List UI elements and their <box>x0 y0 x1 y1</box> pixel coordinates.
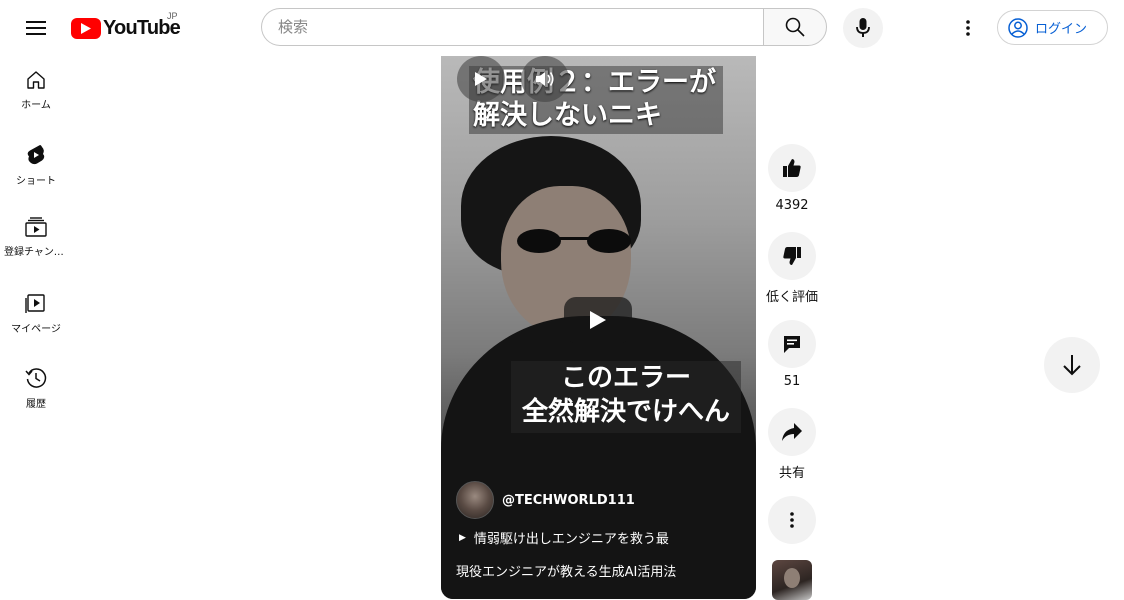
subscriptions-icon <box>25 217 47 237</box>
caption-mid-line-1: このエラー <box>560 363 691 393</box>
sidebar-item-label: マイページ <box>11 324 61 335</box>
more-vertical-icon <box>966 20 970 36</box>
history-icon <box>25 368 47 388</box>
sidebar-item-label: 履歴 <box>26 399 46 410</box>
caption-top: 使用例２：エラーが 解決しないニキ <box>469 66 723 134</box>
thumbs-down-icon <box>783 247 801 265</box>
volume-icon <box>536 72 554 86</box>
search-input[interactable] <box>261 8 763 46</box>
sign-in-button[interactable]: ログイン <box>997 10 1108 45</box>
more-options-button[interactable] <box>768 496 816 544</box>
video-frame-jacket <box>441 316 756 599</box>
share-button[interactable] <box>768 408 816 456</box>
youtube-logo[interactable]: YouTube <box>71 14 181 42</box>
play-pause-button[interactable] <box>457 56 505 102</box>
shorts-icon <box>27 145 45 165</box>
sidebar-item-library[interactable]: マイページ <box>0 278 72 338</box>
more-actions <box>768 496 816 544</box>
microphone-icon <box>856 18 870 37</box>
playlist-link[interactable]: 現役エンジニアが教える生成AI活用法 <box>456 561 676 580</box>
share-action: 共有 <box>768 408 816 481</box>
caption-mid-line-2: 全然解決でけへん <box>521 397 730 427</box>
play-icon <box>590 311 606 329</box>
channel-info[interactable]: @TECHWORLD111 <box>456 481 635 519</box>
like-count: 4392 <box>775 198 809 213</box>
dislike-label: 低く評価 <box>766 290 819 305</box>
search-icon <box>785 17 805 37</box>
comment-icon <box>784 336 800 353</box>
share-label: 共有 <box>778 466 805 481</box>
settings-menu-button[interactable] <box>952 12 984 44</box>
dislike-action: 低く評価 <box>766 232 819 305</box>
expand-triangle-icon: ▶ <box>459 532 466 543</box>
mute-button[interactable] <box>521 56 569 102</box>
short-title[interactable]: ▶ 情弱駆け出しエンジニアを救う最 <box>459 528 669 547</box>
sidebar-item-shorts[interactable]: ショート <box>0 130 72 190</box>
search-button[interactable] <box>763 8 827 46</box>
library-icon <box>25 294 45 313</box>
sidebar-item-label: ショート <box>16 176 56 187</box>
sign-in-label: ログイン <box>1035 22 1088 37</box>
thumbnail-face <box>784 568 800 588</box>
next-video-button[interactable] <box>1044 337 1100 393</box>
top-header: YouTube JP ログイン <box>0 0 1124 56</box>
short-title-text: 情弱駆け出しエンジニアを救う最 <box>473 532 669 547</box>
voice-search-button[interactable] <box>843 8 883 48</box>
dislike-button[interactable] <box>768 232 816 280</box>
comment-count: 51 <box>783 374 801 389</box>
channel-handle[interactable]: @TECHWORLD111 <box>502 493 635 508</box>
arrow-down-icon <box>1063 355 1081 376</box>
sidebar-item-subscriptions[interactable]: 登録チャンネル <box>0 203 72 263</box>
shorts-video-player[interactable]: 使用例２：エラーが 解決しないニキ このエラー 全然解決でけへん @TECHWO… <box>441 56 756 599</box>
sidebar-item-label: 登録チャンネル <box>4 247 68 258</box>
caption-top-line-1: 使用例２：エラーが <box>473 67 716 98</box>
sidebar-item-history[interactable]: 履歴 <box>0 353 72 413</box>
caption-top-line-2: 解決しないニキ <box>473 100 662 131</box>
video-frame-sunglasses <box>517 229 631 253</box>
sidebar-item-label: ホーム <box>21 100 51 111</box>
youtube-play-logo-icon <box>71 17 101 39</box>
account-circle-icon <box>1008 17 1028 38</box>
caption-middle: このエラー 全然解決でけへん <box>511 361 741 433</box>
channel-thumbnail[interactable] <box>772 560 812 600</box>
like-button[interactable] <box>768 144 816 192</box>
share-arrow-icon <box>782 423 802 441</box>
like-action: 4392 <box>768 144 816 213</box>
menu-icon <box>26 21 46 35</box>
sidebar-item-home[interactable]: ホーム <box>0 56 72 116</box>
hamburger-menu-button[interactable] <box>20 12 52 44</box>
play-icon <box>475 72 487 86</box>
channel-avatar[interactable] <box>456 481 494 519</box>
comments-button[interactable] <box>768 320 816 368</box>
home-icon <box>27 71 45 89</box>
region-code: JP <box>167 11 178 21</box>
center-play-button[interactable] <box>564 297 632 343</box>
comment-action: 51 <box>768 320 816 389</box>
thumbs-up-icon <box>783 159 801 177</box>
more-vertical-icon <box>790 512 794 528</box>
